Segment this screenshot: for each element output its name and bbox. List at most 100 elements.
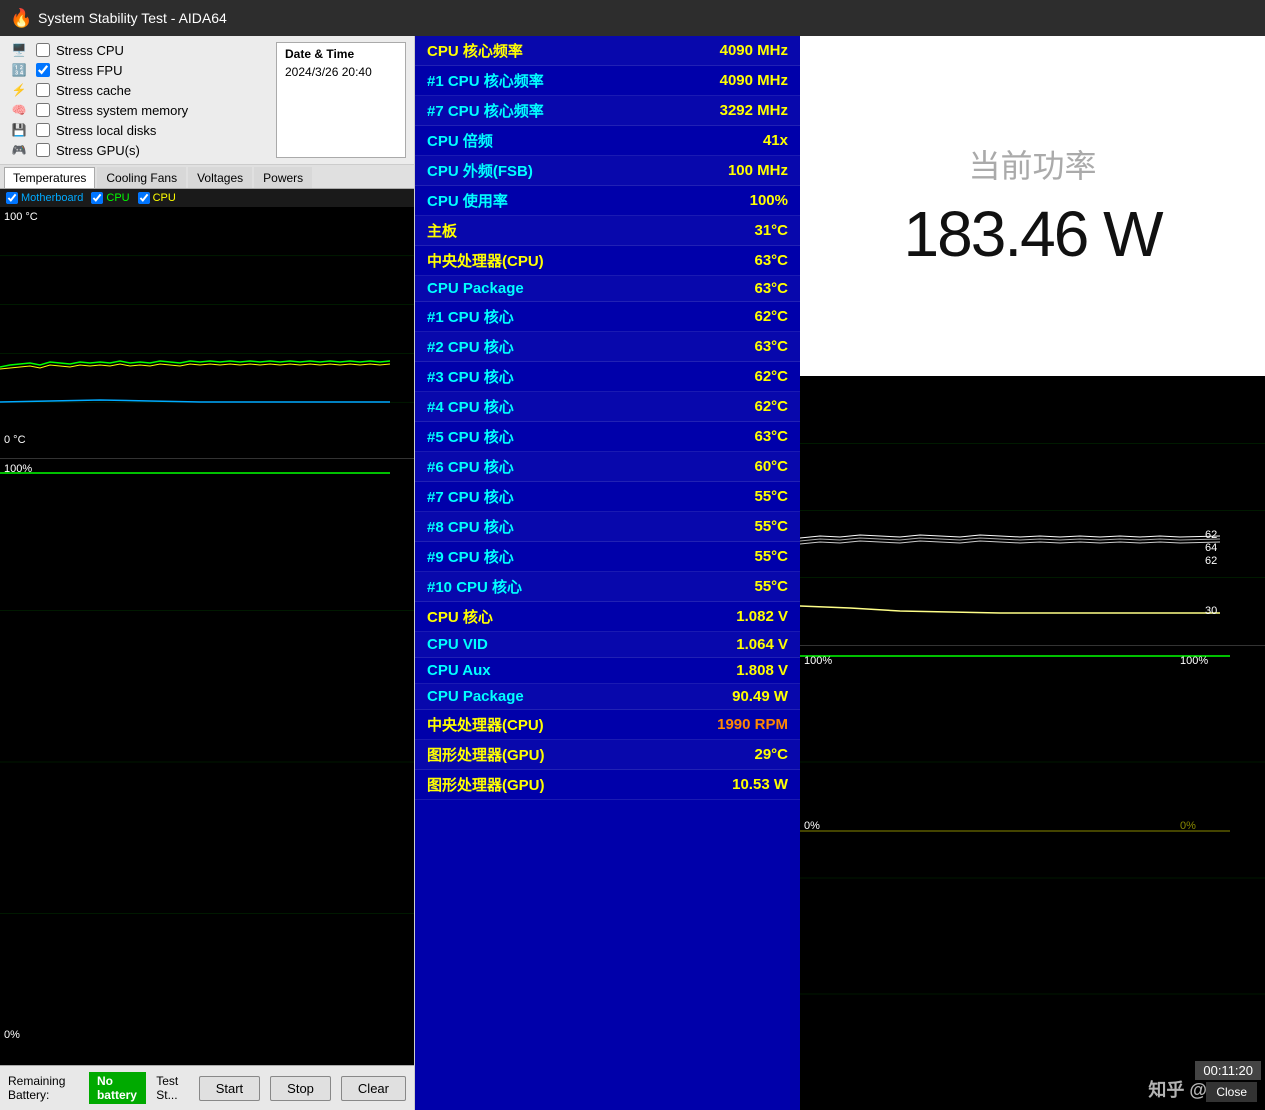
info-row-21: CPU Aux1.808 V bbox=[415, 658, 800, 684]
info-label-13: #5 CPU 核心 bbox=[427, 426, 514, 447]
info-row-23: 中央处理器(CPU)1990 RPM bbox=[415, 710, 800, 740]
info-value-20: 1.064 V bbox=[736, 636, 788, 653]
info-row-6: 主板31°C bbox=[415, 216, 800, 246]
left-panel: 🖥️ Stress CPU 🔢 Stress FPU ⚡ Stress cach… bbox=[0, 36, 415, 1110]
info-row-20: CPU VID 1.064 V bbox=[415, 632, 800, 658]
stress-gpu-row[interactable]: 🎮 Stress GPU(s) bbox=[8, 142, 268, 158]
info-row-14: #6 CPU 核心60°C bbox=[415, 452, 800, 482]
legend-motherboard[interactable]: Motherboard bbox=[6, 192, 83, 204]
info-label-17: #9 CPU 核心 bbox=[427, 546, 514, 567]
stress-fpu-label: Stress FPU bbox=[56, 63, 122, 78]
right-panel: 当前功率 183.46 W 62 64 62 30 bbox=[800, 36, 1265, 1110]
stress-fpu-row[interactable]: 🔢 Stress FPU bbox=[8, 62, 268, 78]
right-chart-bottom: 100% 0% 100% 0% 00:11:20 知乎 @pj247 Close bbox=[800, 646, 1265, 1110]
power-label: 当前功率 bbox=[968, 141, 1096, 187]
info-row-19: CPU 核心1.082 V bbox=[415, 602, 800, 632]
info-value-10: 63°C bbox=[754, 338, 788, 355]
info-row-9: #1 CPU 核心62°C bbox=[415, 302, 800, 332]
info-value-13: 63°C bbox=[754, 428, 788, 445]
info-value-12: 62°C bbox=[754, 398, 788, 415]
info-row-3: CPU 倍频 41x bbox=[415, 126, 800, 156]
right-chart-top: 62 64 62 30 bbox=[800, 376, 1265, 646]
stress-cache-row[interactable]: ⚡ Stress cache bbox=[8, 82, 268, 98]
datetime-label: Date & Time bbox=[285, 47, 397, 61]
disk-icon: 💾 bbox=[8, 122, 30, 138]
svg-text:30: 30 bbox=[1205, 605, 1217, 617]
right-temp-svg: 62 64 62 30 bbox=[800, 376, 1265, 645]
info-row-17: #9 CPU 核心55°C bbox=[415, 542, 800, 572]
info-row-11: #3 CPU 核心62°C bbox=[415, 362, 800, 392]
stress-options: 🖥️ Stress CPU 🔢 Stress FPU ⚡ Stress cach… bbox=[8, 42, 268, 158]
app-icon: 🔥 bbox=[10, 8, 30, 28]
info-label-12: #4 CPU 核心 bbox=[427, 396, 514, 417]
info-value-19: 1.082 V bbox=[736, 608, 788, 625]
svg-text:100%: 100% bbox=[1180, 655, 1208, 667]
stress-cpu-checkbox[interactable] bbox=[36, 43, 50, 57]
info-label-14: #6 CPU 核心 bbox=[427, 456, 514, 477]
info-label-22: CPU Package bbox=[427, 688, 524, 705]
info-label-15: #7 CPU 核心 bbox=[427, 486, 514, 507]
legend-cpu2[interactable]: CPU bbox=[138, 192, 176, 204]
info-row-8: CPU Package63°C bbox=[415, 276, 800, 302]
info-row-24: 图形处理器(GPU)29°C bbox=[415, 740, 800, 770]
info-label-4: CPU 外频(FSB) bbox=[427, 160, 533, 181]
stress-cache-label: Stress cache bbox=[56, 83, 131, 98]
stress-cpu-row[interactable]: 🖥️ Stress CPU bbox=[8, 42, 268, 58]
stress-memory-checkbox[interactable] bbox=[36, 103, 50, 117]
close-button[interactable]: Close bbox=[1206, 1082, 1257, 1102]
info-value-0: 4090 MHz bbox=[720, 42, 788, 59]
info-value-3: 41x bbox=[763, 132, 788, 149]
info-value-2: 3292 MHz bbox=[720, 102, 788, 119]
info-label-16: #8 CPU 核心 bbox=[427, 516, 514, 537]
temperature-chart: Motherboard CPU CPU 100 °C 0 °C bbox=[0, 189, 414, 459]
svg-text:64: 64 bbox=[1205, 542, 1217, 554]
info-value-1: 4090 MHz bbox=[720, 72, 788, 89]
stress-gpu-checkbox[interactable] bbox=[36, 143, 50, 157]
info-label-8: CPU Package bbox=[427, 280, 524, 297]
stress-disks-checkbox[interactable] bbox=[36, 123, 50, 137]
start-button[interactable]: Start bbox=[199, 1076, 260, 1101]
cpu-usage-chart: 100% 0% bbox=[0, 459, 414, 1065]
info-label-2: #7 CPU 核心频率 bbox=[427, 100, 544, 121]
y-axis2-top: 100% bbox=[4, 463, 32, 475]
title-text: System Stability Test - AIDA64 bbox=[38, 10, 227, 26]
info-label-18: #10 CPU 核心 bbox=[427, 576, 522, 597]
cpu-icon: 🖥️ bbox=[8, 42, 30, 58]
info-row-0: CPU 核心频率4090 MHz bbox=[415, 36, 800, 66]
legend-cpu1[interactable]: CPU bbox=[91, 192, 129, 204]
center-info-panel: CPU 核心频率4090 MHz#1 CPU 核心频率4090 MHz#7 CP… bbox=[415, 36, 800, 1110]
stress-cache-checkbox[interactable] bbox=[36, 83, 50, 97]
info-value-5: 100% bbox=[750, 192, 788, 209]
tab-cooling-fans[interactable]: Cooling Fans bbox=[97, 167, 186, 188]
info-label-20: CPU VID bbox=[427, 636, 488, 653]
svg-text:0%: 0% bbox=[804, 820, 820, 832]
y-axis-bottom: 0 °C bbox=[4, 434, 26, 446]
info-label-21: CPU Aux bbox=[427, 662, 491, 679]
stress-memory-label: Stress system memory bbox=[56, 103, 188, 118]
stress-memory-row[interactable]: 🧠 Stress system memory bbox=[8, 102, 268, 118]
tab-powers[interactable]: Powers bbox=[254, 167, 312, 188]
info-value-6: 31°C bbox=[754, 222, 788, 239]
info-value-22: 90.49 W bbox=[732, 688, 788, 705]
test-status: Test St... bbox=[156, 1074, 188, 1102]
stress-cpu-label: Stress CPU bbox=[56, 43, 124, 58]
info-value-18: 55°C bbox=[754, 578, 788, 595]
battery-value: No battery bbox=[89, 1072, 146, 1104]
stress-disks-row[interactable]: 💾 Stress local disks bbox=[8, 122, 268, 138]
info-row-2: #7 CPU 核心频率 3292 MHz bbox=[415, 96, 800, 126]
tab-temperatures[interactable]: Temperatures bbox=[4, 167, 95, 188]
stress-disks-label: Stress local disks bbox=[56, 123, 156, 138]
memory-icon: 🧠 bbox=[8, 102, 30, 118]
info-row-15: #7 CPU 核心55°C bbox=[415, 482, 800, 512]
clear-button[interactable]: Clear bbox=[341, 1076, 406, 1101]
usage-svg bbox=[0, 459, 414, 1065]
info-label-3: CPU 倍频 bbox=[427, 130, 493, 151]
stress-fpu-checkbox[interactable] bbox=[36, 63, 50, 77]
battery-label: Remaining Battery: bbox=[8, 1074, 79, 1102]
bottom-bar: Remaining Battery: No battery Test St...… bbox=[0, 1065, 414, 1110]
info-value-24: 29°C bbox=[754, 746, 788, 763]
fpu-icon: 🔢 bbox=[8, 62, 30, 78]
tab-voltages[interactable]: Voltages bbox=[188, 167, 252, 188]
stop-button[interactable]: Stop bbox=[270, 1076, 331, 1101]
y-axis-top: 100 °C bbox=[4, 211, 38, 223]
